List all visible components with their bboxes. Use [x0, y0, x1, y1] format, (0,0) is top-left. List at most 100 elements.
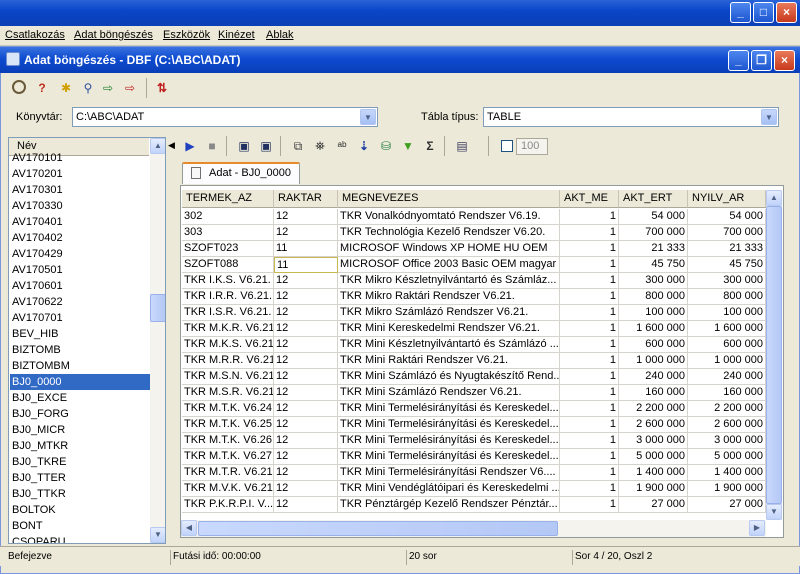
table-cell[interactable]: 1	[560, 433, 619, 449]
table-cell[interactable]: 100 000	[688, 305, 766, 321]
table-cell[interactable]: 27 000	[619, 497, 688, 513]
table-cell[interactable]: 12	[274, 433, 338, 449]
table-cell[interactable]: 2 600 000	[688, 417, 766, 433]
table-cell[interactable]: 1	[560, 257, 619, 273]
table-cell[interactable]: TKR M.T.K. V6.27.	[182, 449, 274, 465]
table-cell[interactable]: 160 000	[688, 385, 766, 401]
table-cell[interactable]: 11	[274, 257, 338, 273]
table-cell[interactable]: TKR M.K.S. V6.21.	[182, 337, 274, 353]
column-header[interactable]: MEGNEVEZES	[338, 190, 560, 208]
menu-kinezet[interactable]: Kinézet	[218, 29, 255, 41]
chevron-down-icon[interactable]: ▼	[360, 109, 376, 125]
table-cell[interactable]: TKR Mini Termelésirányítási Rendszer V6.…	[338, 465, 560, 481]
table-cell[interactable]: 1 000 000	[688, 353, 766, 369]
table-row[interactable]: TKR M.T.K. V6.26. 12 TKR Mini Termelésirán…	[181, 433, 766, 449]
column-header[interactable]: AKT_ERT	[619, 190, 688, 208]
table-cell[interactable]: 12	[274, 449, 338, 465]
data-grid[interactable]: TERMEK_AZ RAKTAR MEGNEVEZES AKT_ME AKT_ERT NY…	[180, 185, 784, 538]
properties-icon[interactable]: ▤	[454, 138, 470, 154]
table-cell[interactable]: TKR M.T.K. V6.26.	[182, 433, 274, 449]
table-cell[interactable]: 12	[274, 225, 338, 241]
table-cell[interactable]: TKR Mikro Számlázó Rendszer V6.21.	[338, 305, 560, 321]
table-cell[interactable]: 12	[274, 497, 338, 513]
scroll-thumb[interactable]	[198, 521, 558, 536]
connect-icon[interactable]: ⇨	[100, 80, 116, 96]
table-cell[interactable]: 300 000	[619, 273, 688, 289]
filter-icon[interactable]: ▼	[400, 138, 416, 154]
table-row[interactable]: TKR M.T.K. V6.27. 12 TKR Mini Termelésirán…	[181, 449, 766, 465]
list-item[interactable]: AV170301	[10, 182, 150, 198]
table-cell[interactable]: 3 000 000	[619, 433, 688, 449]
table-cell[interactable]: TKR Mini Vendéglátóipari és Kereskedelmi…	[338, 481, 560, 497]
inner-minimize-button[interactable]: _	[728, 50, 749, 71]
table-cell[interactable]: TKR P.K.R.P.I. V...	[182, 497, 274, 513]
list-item[interactable]: AV170401	[10, 214, 150, 230]
search-icon[interactable]	[12, 80, 26, 94]
scroll-up-button[interactable]: ▲	[150, 138, 165, 154]
tree-icon[interactable]: ⚲	[80, 80, 96, 96]
table-cell[interactable]: 600 000	[688, 337, 766, 353]
table-cell[interactable]: 5 000 000	[619, 449, 688, 465]
menu-adat-bongeszes[interactable]: Adat böngészés	[74, 29, 153, 41]
list-item[interactable]: BJ0_EXCE	[10, 390, 150, 406]
table-row[interactable]: SZOFT023 11 MICROSOF Windows XP HOME HU OE…	[181, 241, 766, 257]
table-cell[interactable]: 1	[560, 401, 619, 417]
limit-field[interactable]: 100	[516, 138, 548, 155]
table-cell[interactable]: 2 600 000	[619, 417, 688, 433]
find-icon[interactable]: ⛯	[312, 138, 328, 154]
sync-icon[interactable]: ⇅	[154, 80, 170, 96]
table-cell[interactable]: 27 000	[688, 497, 766, 513]
splitter[interactable]: ◀	[167, 137, 177, 544]
table-cell[interactable]: 1 600 000	[619, 321, 688, 337]
table-cell[interactable]: TKR Mini Termelésirányítási és Kereskede…	[338, 433, 560, 449]
table-cell[interactable]: TKR I.R.R. V6.21.	[182, 289, 274, 305]
table-cell[interactable]: TKR M.S.R. V6.21.	[182, 385, 274, 401]
table-cell[interactable]: TKR M.R.R. V6.21.	[182, 353, 274, 369]
table-row[interactable]: TKR M.T.R. V6.21. 12 TKR Mini Termelésirán…	[181, 465, 766, 481]
query-icon[interactable]: ?	[34, 80, 50, 96]
table-cell[interactable]: 1	[560, 497, 619, 513]
table-cell[interactable]: TKR Mikro Raktári Rendszer V6.21.	[338, 289, 560, 305]
save-as-icon[interactable]: ▣	[258, 138, 274, 154]
table-cell[interactable]: 12	[274, 417, 338, 433]
table-cell[interactable]: TKR Mini Kereskedelmi Rendszer V6.21.	[338, 321, 560, 337]
table-cell[interactable]: 12	[274, 337, 338, 353]
table-cell[interactable]: TKR Mini Termelésirányítási és Kereskede…	[338, 401, 560, 417]
limit-checkbox[interactable]	[501, 140, 513, 152]
list-item[interactable]: BONT	[10, 518, 150, 534]
inner-restore-button[interactable]: ❐	[751, 50, 772, 71]
table-row[interactable]: TKR M.R.R. V6.21. 12 TKR Mini Raktári Rend…	[181, 353, 766, 369]
column-header[interactable]: TERMEK_AZ	[182, 190, 274, 208]
table-cell[interactable]: 1 400 000	[619, 465, 688, 481]
play-icon[interactable]: ▶	[182, 138, 198, 154]
table-row[interactable]: TKR I.K.S. V6.21. 12 TKR Mikro Készletnyil…	[181, 273, 766, 289]
table-cell[interactable]: 1	[560, 337, 619, 353]
table-cell[interactable]: TKR Mikro Készletnyilvántartó és Számláz…	[338, 273, 560, 289]
table-row[interactable]: TKR M.V.K. V6.21. 12 TKR Mini Vendéglátóip…	[181, 481, 766, 497]
table-cell[interactable]: 302	[182, 209, 274, 225]
scroll-thumb[interactable]	[150, 294, 165, 322]
table-row[interactable]: 303 12 TKR Technológia Kezelő Rendszer V6.…	[181, 225, 766, 241]
table-cell[interactable]: TKR I.K.S. V6.21.	[182, 273, 274, 289]
tabla-tipus-combo[interactable]: TABLE ▼	[483, 107, 779, 127]
table-row[interactable]: TKR M.S.R. V6.21. 12 TKR Mini Számlázó Ren…	[181, 385, 766, 401]
list-item[interactable]: AV170402	[10, 230, 150, 246]
table-cell[interactable]: 1	[560, 481, 619, 497]
outer-maximize-button[interactable]: □	[753, 2, 774, 23]
table-cell[interactable]: TKR Mini Raktári Rendszer V6.21.	[338, 353, 560, 369]
table-row[interactable]: TKR I.S.R. V6.21. 12 TKR Mikro Számlázó Re…	[181, 305, 766, 321]
table-cell[interactable]: TKR Pénztárgép Kezelő Rendszer Pénztár..…	[338, 497, 560, 513]
table-cell[interactable]: TKR Mini Készletnyilvántartó és Számlázó…	[338, 337, 560, 353]
column-header[interactable]: NYILV_AR	[688, 190, 766, 208]
disconnect-icon[interactable]: ⇨	[122, 80, 138, 96]
table-cell[interactable]: 1 600 000	[688, 321, 766, 337]
list-item[interactable]: BJ0_TKRE	[10, 454, 150, 470]
menu-eszkozok[interactable]: Eszközök	[163, 29, 210, 41]
tab-adat-bj0-0000[interactable]: Adat - BJ0_0000	[182, 162, 300, 184]
table-cell[interactable]: 1	[560, 241, 619, 257]
column-header[interactable]: RAKTAR	[274, 190, 338, 208]
collapse-icon[interactable]: ◀	[168, 140, 175, 151]
scroll-down-button[interactable]: ▼	[766, 504, 782, 520]
table-cell[interactable]: 1	[560, 289, 619, 305]
table-cell[interactable]: 5 000 000	[688, 449, 766, 465]
